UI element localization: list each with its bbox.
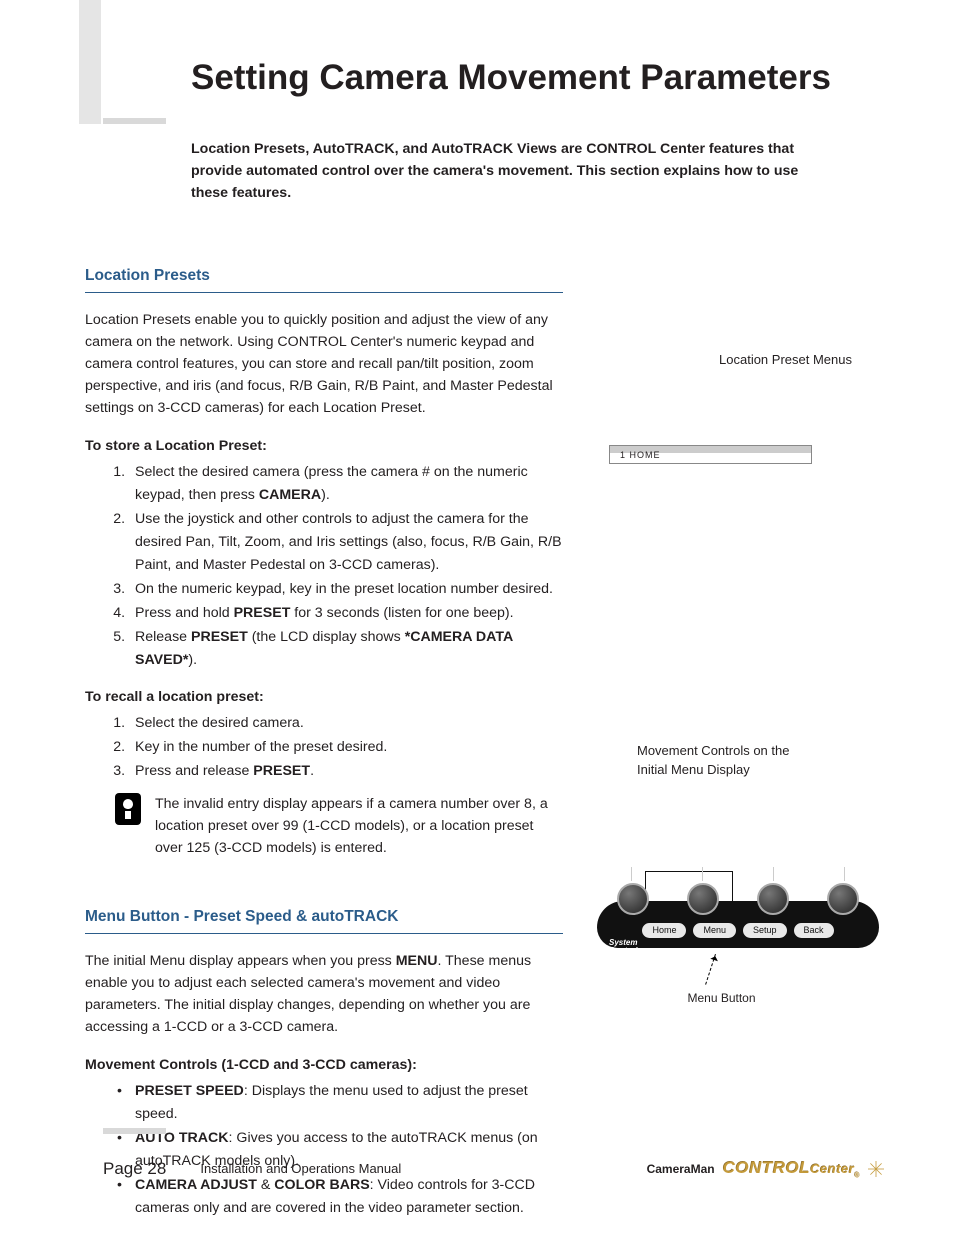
lcd-display: 1 HOME bbox=[609, 445, 812, 464]
device-button-1 bbox=[617, 883, 649, 915]
device-button-2 bbox=[687, 883, 719, 915]
logo-control-center: CONTROLCenter® bbox=[723, 1158, 860, 1179]
recall-step-2: Key in the number of the preset desired. bbox=[129, 736, 563, 759]
location-presets-para: Location Presets enable you to quickly p… bbox=[85, 309, 563, 419]
caption-movement-controls: Movement Controls on the Initial Menu Di… bbox=[637, 742, 884, 780]
pill-back: Back bbox=[794, 923, 834, 938]
recall-step-1: Select the desired camera. bbox=[129, 712, 563, 735]
recall-step-3: Press and release PRESET. bbox=[129, 760, 563, 783]
mc-item-3: CAMERA ADJUST & COLOR BARS: Video contro… bbox=[129, 1174, 563, 1220]
intro-text: Location Presets, AutoTRACK, and AutoTRA… bbox=[191, 138, 799, 204]
mc-item-1: PRESET SPEED: Displays the menu used to … bbox=[129, 1080, 563, 1126]
lightbulb-icon bbox=[115, 793, 141, 825]
pill-menu: Menu bbox=[693, 923, 736, 938]
recall-heading: To recall a location preset: bbox=[85, 686, 563, 708]
store-steps: Select the desired camera (press the cam… bbox=[85, 461, 563, 672]
logo-cameraman: CameraMan bbox=[647, 1162, 715, 1176]
pill-home: Home bbox=[642, 923, 686, 938]
rule-top bbox=[103, 118, 166, 124]
note-text: The invalid entry display appears if a c… bbox=[155, 793, 563, 859]
store-step-5: Release PRESET (the LCD display shows *C… bbox=[129, 626, 563, 672]
device-button-4 bbox=[827, 883, 859, 915]
store-step-1: Select the desired camera (press the cam… bbox=[129, 461, 563, 507]
store-step-3: On the numeric keypad, key in the preset… bbox=[129, 578, 563, 601]
device-figure: SystemControl Home Menu Setup Back Menu … bbox=[597, 871, 884, 1007]
movement-controls-list: PRESET SPEED: Displays the menu used to … bbox=[85, 1080, 563, 1220]
footer-title: Installation and Operations Manual bbox=[200, 1161, 401, 1176]
star-icon bbox=[868, 1161, 884, 1177]
system-control-label: SystemControl bbox=[609, 939, 637, 957]
gutter-shade bbox=[79, 0, 101, 124]
page-number: Page 28 bbox=[103, 1159, 166, 1179]
menu-button-label: Menu Button bbox=[559, 990, 884, 1007]
recall-steps: Select the desired camera. Key in the nu… bbox=[85, 712, 563, 783]
section-menu-button: Menu Button - Preset Speed & autoTRACK bbox=[85, 905, 563, 934]
caption-location-preset-menus: Location Preset Menus bbox=[687, 351, 884, 370]
section-location-presets: Location Presets bbox=[85, 264, 563, 293]
pill-setup: Setup bbox=[743, 923, 787, 938]
menu-para: The initial Menu display appears when yo… bbox=[85, 950, 563, 1038]
store-heading: To store a Location Preset: bbox=[85, 435, 563, 457]
arrow-icon bbox=[705, 954, 716, 985]
footer-logo: CameraMan CONTROLCenter® bbox=[647, 1158, 884, 1179]
store-step-4: Press and hold PRESET for 3 seconds (lis… bbox=[129, 602, 563, 625]
store-step-2: Use the joystick and other controls to a… bbox=[129, 508, 563, 577]
device-button-3 bbox=[757, 883, 789, 915]
rule-bottom bbox=[103, 1128, 166, 1134]
movement-controls-heading: Movement Controls (1-CCD and 3-CCD camer… bbox=[85, 1054, 563, 1076]
page-title: Setting Camera Movement Parameters bbox=[191, 58, 884, 98]
